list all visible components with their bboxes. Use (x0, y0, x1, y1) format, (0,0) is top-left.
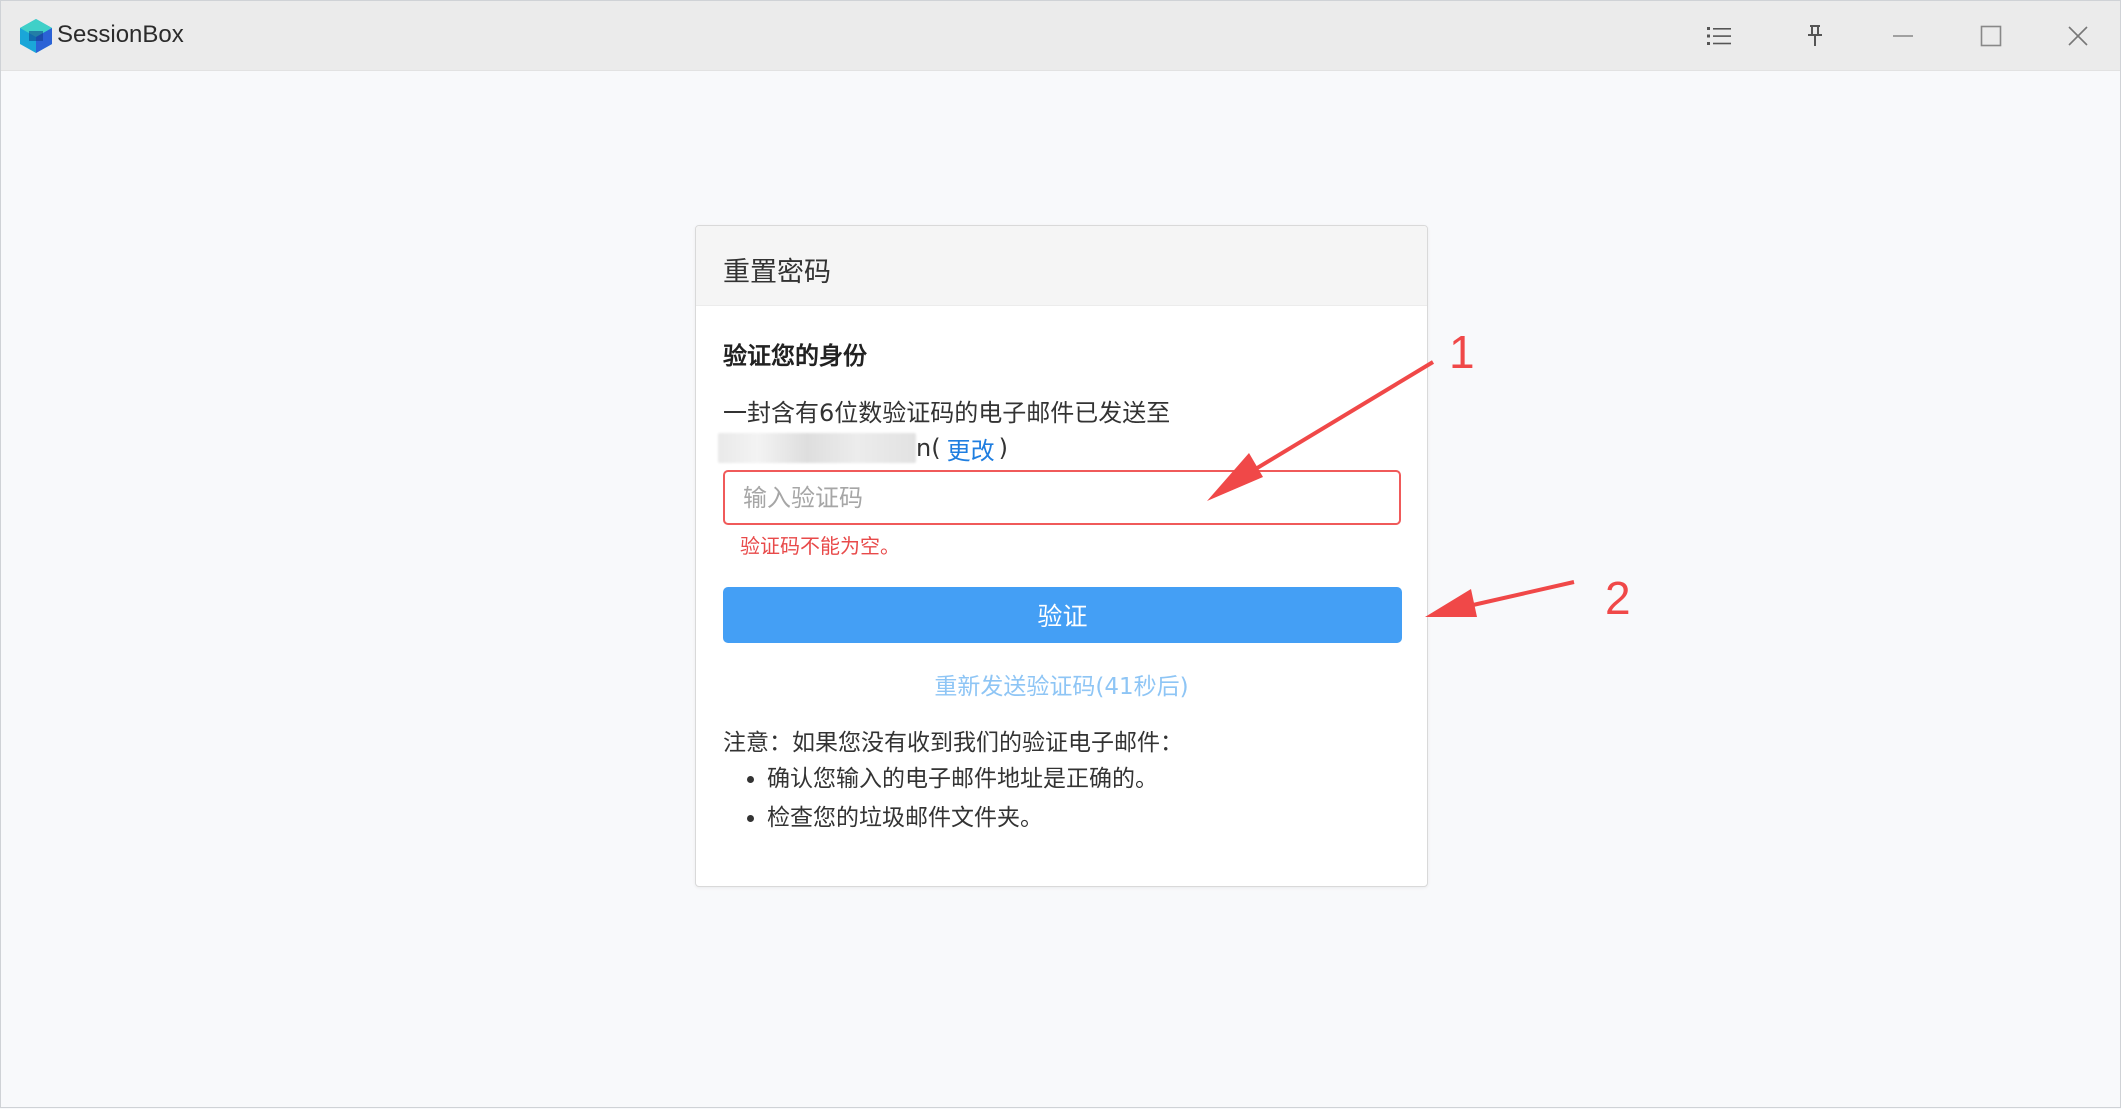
list-icon (1707, 27, 1731, 45)
minimize-icon (1893, 35, 1913, 37)
close-button[interactable] (2056, 15, 2100, 57)
verify-button[interactable]: 验证 (723, 587, 1402, 643)
app-window: SessionBox 重置密码 验证您的身份 一封含有6位数验证码的电子邮件已发… (0, 0, 2121, 1108)
verification-code-input[interactable] (723, 470, 1401, 525)
note-list: 确认您输入的电子邮件地址是正确的。 检查您的垃圾邮件文件夹。 (723, 760, 1158, 838)
error-message: 验证码不能为空。 (740, 534, 900, 558)
maximize-icon (1980, 25, 2002, 47)
pin-button[interactable] (1793, 15, 1837, 57)
close-icon (2068, 26, 2088, 46)
section-title: 验证您的身份 (723, 342, 867, 370)
app-title: SessionBox (57, 21, 184, 48)
note-item: 检查您的垃圾邮件文件夹。 (767, 799, 1158, 838)
card-title: 重置密码 (723, 257, 831, 288)
resend-code-link[interactable]: 重新发送验证码(41秒后) (696, 667, 1427, 701)
note-item: 确认您输入的电子邮件地址是正确的。 (767, 760, 1158, 799)
annotation-arrow-2 (1425, 580, 1575, 617)
reset-password-card: 重置密码 验证您的身份 一封含有6位数验证码的电子邮件已发送至 n( 更改 ) … (695, 225, 1428, 887)
annotation-label-1: 1 (1449, 326, 1475, 378)
note-text: 注意：如果您没有收到我们的验证电子邮件： (723, 730, 1183, 756)
email-row: n( 更改 ) (718, 430, 1008, 466)
card-header: 重置密码 (696, 226, 1427, 306)
pin-icon (1808, 25, 1822, 46)
sessionbox-logo-icon (20, 19, 52, 53)
minimize-button[interactable] (1881, 15, 1925, 57)
annotation-label-2: 2 (1605, 572, 1631, 624)
menu-list-button[interactable] (1697, 15, 1741, 57)
email-close-paren: ) (998, 434, 1008, 462)
maximize-button[interactable] (1969, 15, 2013, 57)
email-suffix: n( (916, 434, 941, 462)
title-bar: SessionBox (1, 1, 2120, 71)
change-email-link[interactable]: 更改 (947, 431, 995, 466)
info-text: 一封含有6位数验证码的电子邮件已发送至 (723, 399, 1171, 427)
redacted-email (718, 433, 916, 463)
